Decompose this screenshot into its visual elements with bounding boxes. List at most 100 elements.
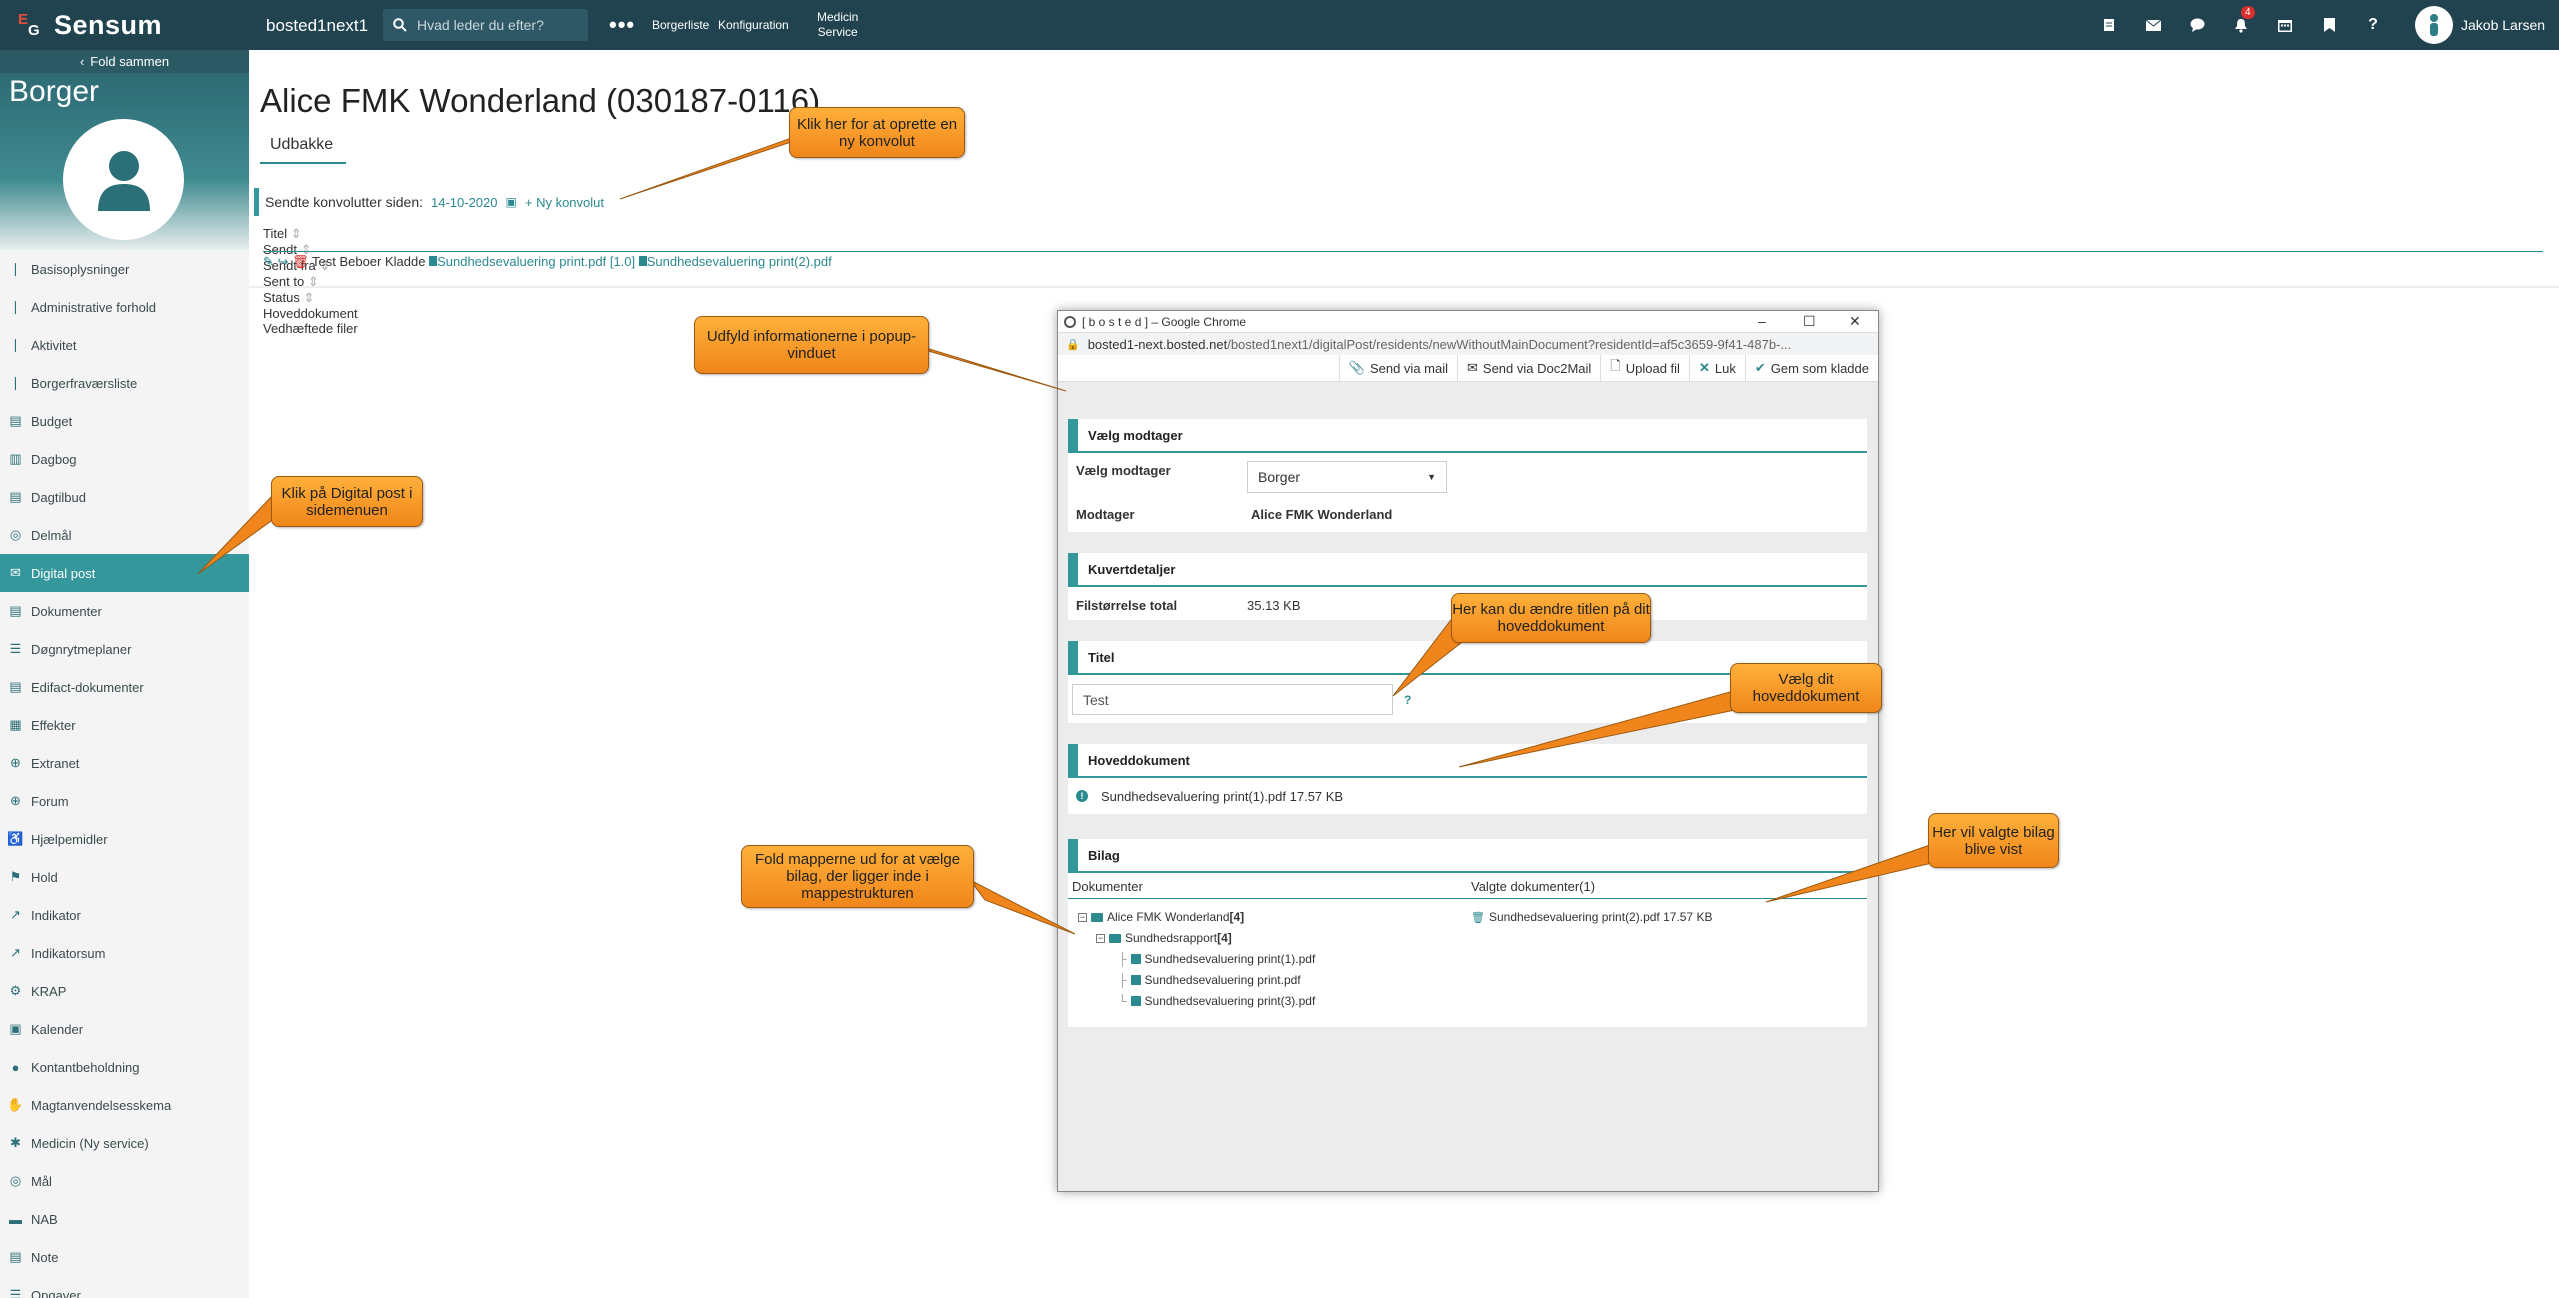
tree-file[interactable]: └ Sundhedsevaluering print(3).pdf (1118, 994, 1315, 1008)
help-icon[interactable]: ? (2363, 15, 2383, 35)
sidebar-item-label: Hjælpemidler (31, 831, 108, 847)
book-icon: ▥ (9, 451, 22, 466)
col-status[interactable]: Status ⇕ (263, 290, 2543, 306)
sidebar-item-basisoplysninger[interactable]: ❘ Basisoplysninger (0, 250, 249, 288)
sidebar-item-forum[interactable]: ⊕ Forum (0, 782, 249, 820)
collapse-icon[interactable]: − (1096, 933, 1105, 943)
popup-url-bar[interactable]: 🔒 bosted1-next.bosted.net/bosted1next1/d… (1058, 332, 1878, 355)
fold-sidebar-button[interactable]: ‹ Fold sammen (0, 50, 249, 73)
sidebar-item-digital-post[interactable]: ✉ Digital post (0, 554, 249, 592)
file-icon (1130, 954, 1141, 964)
sidebar-item-dagtilbud[interactable]: ▤ Dagtilbud (0, 478, 249, 516)
modtager-value: Alice FMK Wonderland (1251, 507, 1393, 522)
maximize-icon[interactable]: ☐ (1803, 313, 1816, 330)
tree-file-label: Sundhedsevaluering print.pdf (1144, 973, 1301, 987)
callout-bilag: Her vil valgte bilag blive vist (1928, 813, 2059, 868)
tree-node-folder[interactable]: − Sundhedsrapport[4] (1096, 931, 1232, 945)
folder-icon (1109, 933, 1121, 943)
send-via-mail-button[interactable]: 📎 Send via mail (1338, 355, 1457, 381)
tree-node-root[interactable]: − Alice FMK Wonderland[4] (1078, 910, 1244, 924)
globe-icon: ⊕ (10, 793, 21, 808)
help-icon[interactable]: ? (1404, 693, 1411, 707)
recipient-select[interactable]: Borger ▼ (1247, 461, 1447, 493)
citizen-header: Borger (0, 73, 249, 250)
sidebar-item-indikatorsum[interactable]: ↗ Indikatorsum (0, 934, 249, 972)
sidebar-item-label: Borgerfraværsliste (31, 375, 138, 391)
asterisk-icon: ✱ (10, 1135, 21, 1150)
close-icon[interactable]: ✕ (1849, 313, 1861, 330)
delete-icon[interactable]: 🗑 (292, 254, 309, 269)
sidebar-item-hold[interactable]: ⚑ Hold (0, 858, 249, 896)
sidebar-item-aktivitet[interactable]: ❘ Aktivitet (0, 326, 249, 364)
popup-window-title: [ b o s t e d ] – Google Chrome (1082, 314, 1247, 329)
nav-borgerliste[interactable]: Borgerliste (652, 18, 709, 32)
sidebar-menu: ❘ Basisoplysninger ❘ Administrative forhol… (0, 250, 249, 1298)
sidebar-item-label: Døgnrytmeplaner (31, 641, 132, 657)
date-filter[interactable]: 14-10-2020 (431, 195, 498, 210)
row-hoveddokument-link[interactable]: Sundhedsevaluering print.pdf [1.0] (429, 254, 635, 269)
sidebar-item-kontantbeholdning[interactable]: ● Kontantbeholdning (0, 1048, 249, 1086)
sidebar-item-medicin[interactable]: ✱ Medicin (Ny service) (0, 1124, 249, 1162)
title-input[interactable]: Test (1072, 684, 1393, 715)
lock-icon: 🔒 (1066, 338, 1080, 351)
sidebar-item-extranet[interactable]: ⊕ Extranet (0, 744, 249, 782)
sidebar-item-delmaal[interactable]: ◎ Delmål (0, 516, 249, 554)
sidebar-item-doegnrytmeplaner[interactable]: ☰ Døgnrytmeplaner (0, 630, 249, 668)
sidebar-item-maal[interactable]: ◎ Mål (0, 1162, 249, 1200)
sidebar-item-krap[interactable]: ⚙ KRAP (0, 972, 249, 1010)
sidebar-item-opgaver[interactable]: ☰ Opgaver (0, 1276, 249, 1298)
chat-icon[interactable] (2187, 15, 2207, 35)
sidebar-item-note[interactable]: ▤ Note (0, 1238, 249, 1276)
sidebar-item-dokumenter[interactable]: ▤ Dokumenter (0, 592, 249, 630)
sidebar-item-nab[interactable]: ▬ NAB (0, 1200, 249, 1238)
tree-file[interactable]: ├ Sundhedsevaluering print(1).pdf (1118, 952, 1315, 966)
share-icon[interactable]: ↪ (278, 254, 289, 269)
user-menu[interactable]: Jakob Larsen (2415, 6, 2545, 44)
send-via-doc2mail-button[interactable]: ✉ Send via Doc2Mail (1457, 355, 1600, 381)
tenant-name[interactable]: bosted1next1 (266, 16, 368, 36)
sidebar-item-edifact-dokumenter[interactable]: ▤ Edifact-dokumenter (0, 668, 249, 706)
save-draft-button[interactable]: ✔ Gem som kladde (1744, 355, 1878, 381)
trash-icon[interactable]: 🗑 (1471, 911, 1485, 924)
sidebar-item-indikator[interactable]: ↗ Indikator (0, 896, 249, 934)
table-header (263, 226, 2543, 252)
new-envelope-button[interactable]: + Ny konvolut (525, 195, 604, 210)
nav-konfiguration[interactable]: Konfiguration (718, 18, 789, 32)
bookmark-icon[interactable] (2319, 15, 2339, 35)
sidebar-item-kalender[interactable]: ▣ Kalender (0, 1010, 249, 1048)
sensum-logo[interactable]: EG Sensum (18, 10, 162, 41)
search-input[interactable]: Hvad leder du efter? (383, 9, 588, 41)
sidebar-item-label: Extranet (31, 755, 80, 771)
sidebar-item-administrative-forhold[interactable]: ❘ Administrative forhold (0, 288, 249, 326)
sidebar-item-budget[interactable]: ▤ Budget (0, 402, 249, 440)
sidebar-item-effekter[interactable]: ▦ Effekter (0, 706, 249, 744)
person-icon: ❘ (10, 261, 21, 276)
sidebar-item-label: NAB (31, 1211, 58, 1227)
selected-document[interactable]: 🗑 Sundhedsevaluering print(2).pdf 17.57 … (1471, 910, 1712, 924)
nav-medicin-service[interactable]: Medicin Service (817, 10, 858, 40)
document-icon[interactable] (2099, 15, 2119, 35)
piggy-bank-icon: ● (11, 1059, 20, 1075)
calendar-icon[interactable]: ▣ (506, 195, 517, 209)
sidebar-item-magtanvendelsesskema[interactable]: ✋ Magtanvendelsesskema (0, 1086, 249, 1124)
close-button[interactable]: ✕ Luk (1688, 355, 1745, 381)
minimize-icon[interactable]: – (1758, 313, 1766, 329)
sidebar-item-label: Edifact-dokumenter (31, 679, 144, 695)
sidebar-item-hjaelpemidler[interactable]: ♿ Hjælpemidler (0, 820, 249, 858)
sidebar-item-label: Dokumenter (31, 603, 102, 619)
tab-udbakke[interactable]: Udbakke (260, 132, 346, 164)
edit-icon[interactable]: ✎ (263, 254, 274, 269)
table-row[interactable]: ✎ ↪ 🗑 Test Beboer Kladde Sundhedsevaluer… (263, 254, 2543, 284)
x-icon: ✕ (1698, 360, 1710, 375)
more-menu-button[interactable]: ••• (609, 12, 635, 38)
search-icon (393, 18, 407, 32)
sidebar-item-borgerfravaersliste[interactable]: ❘ Borgerfraværsliste (0, 364, 249, 402)
mail-icon[interactable] (2143, 15, 2163, 35)
sidebar-item-label: Kontantbeholdning (31, 1059, 140, 1075)
collapse-icon[interactable]: − (1078, 912, 1087, 922)
row-vedhaeftede-link[interactable]: Sundhedsevaluering print(2).pdf (638, 254, 832, 269)
sidebar-item-dagbog[interactable]: ▥ Dagbog (0, 440, 249, 478)
upload-file-button[interactable]: 🗋 Upload fil (1600, 355, 1689, 381)
tree-file[interactable]: ├ Sundhedsevaluering print.pdf (1118, 973, 1301, 987)
calendar-icon[interactable] (2275, 15, 2295, 35)
